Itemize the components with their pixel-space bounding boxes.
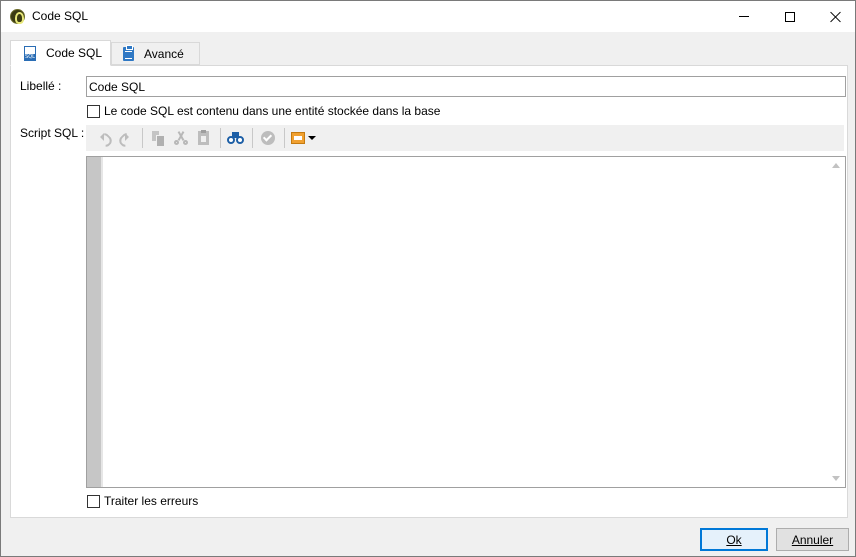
chevron-down-icon (307, 136, 316, 140)
cut-button[interactable] (170, 128, 191, 148)
binoculars-icon (227, 132, 244, 144)
close-button[interactable] (813, 1, 856, 32)
handle-errors-checkbox-row[interactable]: Traiter les erreurs (87, 494, 198, 508)
minimize-icon (739, 16, 749, 17)
handle-errors-checkbox-label: Traiter les erreurs (104, 494, 199, 508)
redo-button[interactable] (115, 128, 136, 148)
insert-field-dropdown[interactable] (289, 128, 317, 148)
undo-button[interactable] (92, 128, 113, 148)
handle-errors-checkbox[interactable] (87, 494, 100, 508)
sql-script-editor[interactable] (86, 156, 846, 488)
editor-gutter-edge (101, 157, 103, 487)
fields-icon (290, 132, 305, 144)
ok-button-label: Ok (726, 532, 742, 547)
title-bar: Code SQL (1, 1, 855, 32)
paste-button[interactable] (193, 128, 214, 148)
script-sql-label: Script SQL : (20, 126, 85, 140)
tab-label: Code SQL (46, 46, 103, 60)
scroll-up-arrow-icon[interactable] (832, 163, 840, 168)
toolbar-separator (284, 128, 285, 148)
clipboard-icon (123, 44, 134, 61)
binoculars-lens (236, 136, 244, 144)
copy-button[interactable] (147, 128, 168, 148)
libelle-input[interactable] (86, 76, 846, 97)
tab-code-sql[interactable]: Code SQL (10, 40, 111, 66)
cancel-button[interactable]: Annuler (776, 528, 849, 551)
dialog-window: Code SQL Code SQL Avancé Libellé : Le co… (0, 0, 856, 557)
copy-icon (151, 131, 165, 147)
cancel-button-label: Annuler (791, 532, 834, 547)
tab-label: Avancé (144, 46, 184, 61)
maximize-button[interactable] (767, 1, 813, 32)
close-icon (830, 11, 842, 23)
toolbar-separator (220, 128, 221, 148)
undo-icon (96, 132, 110, 144)
editor-gutter (87, 157, 101, 487)
app-icon (10, 9, 25, 24)
scroll-down-arrow-icon[interactable] (832, 476, 840, 481)
find-button[interactable] (225, 128, 246, 148)
stored-entity-checkbox-label: Le code SQL est contenu dans une entité … (104, 104, 441, 118)
redo-icon (119, 132, 133, 144)
minimize-button[interactable] (721, 1, 767, 32)
editor-vertical-scrollbar[interactable] (828, 157, 845, 487)
cut-ring (182, 140, 188, 145)
stored-entity-checkbox[interactable] (87, 104, 100, 118)
libelle-label: Libellé : (20, 79, 62, 93)
tab-avance[interactable]: Avancé (111, 42, 200, 65)
binoculars-lens (227, 136, 235, 144)
maximize-icon (785, 11, 795, 22)
paste-icon (198, 130, 209, 145)
editor-toolbar (86, 125, 844, 151)
validate-button[interactable] (257, 128, 278, 148)
ok-button[interactable]: Ok (700, 528, 768, 551)
toolbar-separator (142, 128, 143, 148)
sql-file-icon (24, 45, 36, 61)
validate-icon (260, 131, 275, 145)
window-title: Code SQL (32, 9, 89, 23)
cut-ring (173, 140, 179, 145)
toolbar-separator (252, 128, 253, 148)
cut-icon (173, 131, 188, 145)
stored-entity-checkbox-row[interactable]: Le code SQL est contenu dans une entité … (87, 104, 440, 118)
